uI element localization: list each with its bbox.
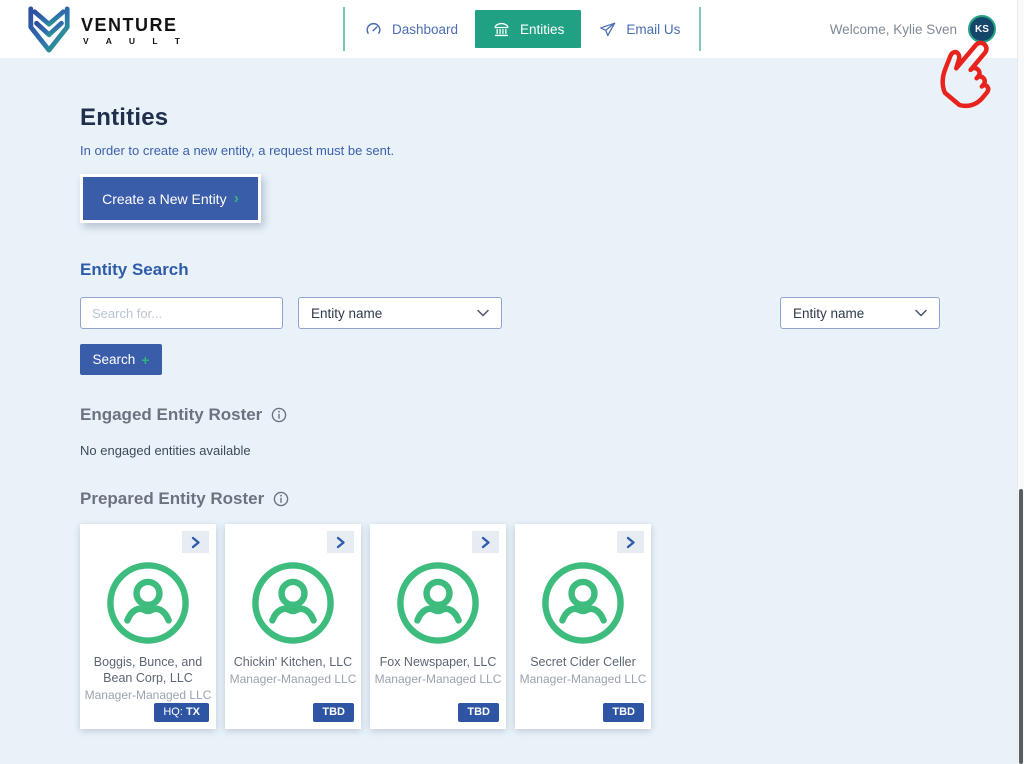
engaged-roster-heading: Engaged Entity Roster <box>80 405 960 425</box>
user-avatar[interactable]: KS <box>968 15 996 43</box>
prepared-roster-title: Prepared Entity Roster <box>80 489 265 508</box>
nav-email-us-label: Email Us <box>626 21 681 37</box>
card-open-button[interactable] <box>472 531 499 553</box>
card-open-button[interactable] <box>617 531 644 553</box>
entity-name: Fox Newspaper, LLC <box>379 655 497 669</box>
page-title: Entities <box>80 104 169 131</box>
app-header: VENTURE V A U L T Dashboard Entities Ema… <box>0 0 1024 58</box>
brand-text: VENTURE V A U L T <box>81 12 188 46</box>
bank-icon <box>494 22 509 36</box>
search-filter-select[interactable]: Entity name <box>298 297 502 329</box>
entity-type: Manager-Managed LLC <box>84 688 212 702</box>
scrollbar-track <box>1017 0 1024 764</box>
gauge-icon <box>366 22 381 34</box>
chevron-right-icon: › <box>233 189 239 207</box>
person-circle-icon <box>252 562 334 644</box>
entity-card: Secret Cider Celler Manager-Managed LLC … <box>515 524 651 729</box>
brand-name: VENTURE <box>81 15 178 36</box>
secondary-filter-selected-value: Entity name <box>793 305 865 321</box>
chevron-down-icon <box>477 309 489 317</box>
create-new-entity-button[interactable]: Create a New Entity › <box>80 174 261 223</box>
nav-dashboard-label: Dashboard <box>392 21 459 37</box>
nav-entities[interactable]: Entities <box>475 10 582 48</box>
engaged-roster-title: Engaged Entity Roster <box>80 405 263 424</box>
entity-name: Boggis, Bunce, and Bean Corp, LLC <box>93 655 203 685</box>
scrollbar-thumb[interactable] <box>1019 489 1023 764</box>
chevron-right-icon <box>626 536 635 548</box>
entity-type: Manager-Managed LLC <box>519 672 647 686</box>
paper-plane-icon <box>600 22 616 36</box>
entity-search-heading: Entity Search <box>80 260 189 279</box>
person-circle-icon <box>107 562 189 644</box>
search-input[interactable] <box>80 297 283 329</box>
search-button[interactable]: Search + <box>80 344 162 375</box>
badge-value: TBD <box>322 706 345 718</box>
nav-dashboard[interactable]: Dashboard <box>347 10 475 48</box>
create-new-entity-label: Create a New Entity <box>102 190 227 207</box>
chevron-right-icon <box>481 536 490 548</box>
prepared-entity-cards: Boggis, Bunce, and Bean Corp, LLC Manage… <box>80 524 960 729</box>
entity-status-badge: HQ: TX <box>154 703 209 722</box>
entity-type: Manager-Managed LLC <box>374 672 502 686</box>
entity-search-row: Entity name Entity name <box>80 297 960 329</box>
person-circle-icon <box>542 562 624 644</box>
entity-name: Chickin' Kitchen, LLC <box>233 655 353 669</box>
search-button-label: Search <box>92 352 136 367</box>
entity-status-badge: TBD <box>458 703 499 722</box>
main-nav: Dashboard Entities Email Us <box>343 7 702 51</box>
chevron-right-icon <box>336 536 345 548</box>
entity-card: Boggis, Bunce, and Bean Corp, LLC Manage… <box>80 524 216 729</box>
entity-status-badge: TBD <box>313 703 354 722</box>
entity-type: Manager-Managed LLC <box>229 672 357 686</box>
card-open-button[interactable] <box>327 531 354 553</box>
nav-entities-label: Entities <box>520 21 565 37</box>
main-content: Entities In order to create a new entity… <box>80 58 960 729</box>
nav-email-us[interactable]: Email Us <box>581 10 697 48</box>
entity-card: Fox Newspaper, LLC Manager-Managed LLC T… <box>370 524 506 729</box>
search-filter-selected-value: Entity name <box>311 305 383 321</box>
secondary-filter-select[interactable]: Entity name <box>780 297 940 329</box>
info-icon[interactable] <box>273 491 289 507</box>
chevron-down-icon <box>915 309 927 317</box>
entity-card: Chickin' Kitchen, LLC Manager-Managed LL… <box>225 524 361 729</box>
page-subtitle: In order to create a new entity, a reque… <box>80 143 395 158</box>
card-open-button[interactable] <box>182 531 209 553</box>
person-circle-icon <box>397 562 479 644</box>
badge-value: TBD <box>612 706 635 718</box>
brand-subname: V A U L T <box>83 36 188 47</box>
welcome-text: Welcome, Kylie Sven <box>829 21 957 37</box>
badge-value: TBD <box>467 706 490 718</box>
info-icon[interactable] <box>271 407 287 423</box>
engaged-roster-empty-message: No engaged entities available <box>80 443 251 458</box>
user-area: Welcome, Kylie Sven KS <box>830 0 996 58</box>
badge-value: TX <box>185 706 200 718</box>
entity-name: Secret Cider Celler <box>530 655 636 669</box>
plus-icon: + <box>141 351 150 368</box>
entity-status-badge: TBD <box>603 703 644 722</box>
venture-vault-logo-icon <box>28 6 70 53</box>
brand-logo[interactable]: VENTURE V A U L T <box>26 4 188 54</box>
chevron-right-icon <box>191 536 200 548</box>
prepared-roster-heading: Prepared Entity Roster <box>80 489 960 509</box>
badge-prefix: HQ: <box>163 706 186 718</box>
